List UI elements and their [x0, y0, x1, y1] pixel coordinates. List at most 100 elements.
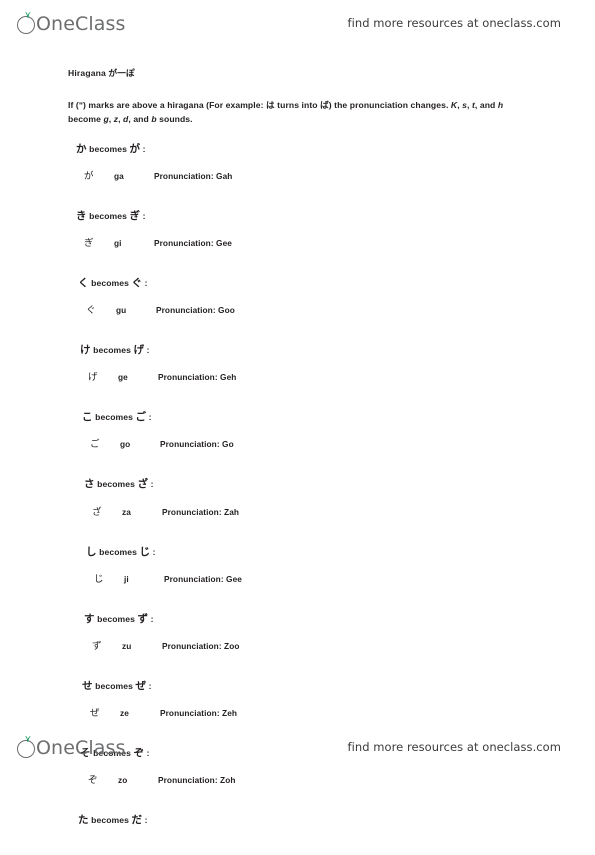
entry-romaji: za	[122, 506, 131, 517]
entry-detail-row: げ ge Pronunciation: Geh	[72, 369, 530, 383]
intro-part-11: sounds.	[156, 114, 193, 125]
entry-base-kana: せ	[82, 679, 93, 692]
entry-base-kana: け	[80, 344, 91, 357]
entry-romaji: go	[120, 439, 131, 450]
entry-base-kana: た	[78, 814, 89, 827]
hiragana-entry: し becomes じ : じ ji Pronunciation: Gee	[68, 546, 530, 585]
entry-colon: :	[142, 278, 148, 289]
hiragana-entry: せ becomes ぜ : ぜ ze Pronunciation: Zeh	[68, 680, 530, 719]
entry-pronunciation: Pronunciation: Zoh	[158, 775, 236, 786]
entry-kana: げ	[88, 372, 98, 384]
footer-logo[interactable]: OneClass	[16, 735, 125, 759]
hiragana-entry: き becomes ぎ : ぎ gi Pronunciation: Gee	[68, 210, 530, 249]
entry-base-kana: こ	[82, 411, 93, 424]
page-title-kana: が一ぽ	[108, 69, 135, 79]
entry-colon: :	[150, 546, 156, 557]
entry-kana: ぜ	[90, 707, 100, 719]
entry-detail-row: ず zu Pronunciation: Zoo	[76, 638, 530, 652]
entry-kana: ぐ	[86, 305, 96, 317]
entry-romaji: ji	[124, 573, 129, 584]
entry-result-kana: ぜ	[135, 679, 147, 692]
header-logo[interactable]: OneClass	[16, 11, 125, 35]
intro-kana-ha: は	[266, 101, 275, 112]
entry-becomes-label: becomes	[92, 680, 136, 691]
entry-base-kana: し	[86, 545, 97, 558]
entry-colon: :	[144, 345, 150, 356]
entry-colon: :	[140, 210, 146, 221]
intro-kana-ba: ば	[320, 101, 329, 112]
footer-logo-text: OneClass	[36, 737, 126, 759]
entry-kana: じ	[94, 573, 104, 585]
oneclass-sprout-logo-icon	[16, 11, 38, 35]
entry-pronunciation: Pronunciation: Gee	[164, 573, 242, 584]
entry-romaji: ze	[120, 707, 129, 718]
entry-result-kana: だ	[131, 814, 143, 827]
entry-spacer	[68, 792, 530, 814]
entry-colon: :	[140, 143, 146, 154]
hiragana-entry: た becomes だ :	[68, 814, 530, 827]
entry-becomes-label: becomes	[86, 143, 130, 154]
entry-romaji: ga	[114, 170, 124, 181]
entry-kana: ご	[90, 439, 100, 451]
entry-colon: :	[148, 613, 154, 624]
entry-detail-row: じ ji Pronunciation: Gee	[78, 571, 530, 585]
entry-heading: こ becomes ご :	[82, 411, 530, 424]
entry-result-kana: が	[129, 142, 141, 155]
entry-heading: き becomes ぎ :	[76, 210, 530, 223]
entry-colon: :	[146, 680, 152, 691]
entry-colon: :	[142, 815, 148, 826]
entry-romaji: gi	[114, 238, 122, 249]
entry-detail-row: ぞ zo Pronunciation: Zoh	[72, 772, 530, 786]
oneclass-sprout-logo-icon	[16, 735, 38, 759]
entry-becomes-label: becomes	[96, 546, 140, 557]
header-logo-text: OneClass	[36, 13, 126, 35]
entry-result-kana: ず	[137, 612, 149, 625]
entry-spacer	[68, 833, 530, 855]
entry-base-kana: く	[78, 277, 89, 290]
entry-base-kana: か	[76, 142, 87, 155]
page-title-label: Hiragana	[68, 68, 109, 78]
entry-pronunciation: Pronunciation: Geh	[158, 372, 237, 383]
entry-base-kana: さ	[84, 478, 95, 491]
intro-part-3: ) the pronunciation changes.	[328, 100, 451, 111]
entry-result-kana: ぎ	[129, 209, 141, 222]
hiragana-entry: す becomes ず : ず zu Pronunciation: Zoo	[68, 613, 530, 652]
page-footer: OneClass find more resources at oneclass…	[0, 724, 595, 770]
entry-result-kana: げ	[133, 344, 145, 357]
entry-spacer	[68, 658, 530, 680]
entry-romaji: gu	[116, 305, 127, 316]
entry-detail-row: ご go Pronunciation: Go	[74, 436, 530, 450]
entry-base-kana: す	[84, 612, 95, 625]
entry-pronunciation: Pronunciation: Zeh	[160, 707, 238, 718]
entry-romaji: zu	[122, 640, 132, 651]
entry-heading: さ becomes ざ :	[84, 478, 530, 491]
entry-spacer	[68, 524, 530, 546]
intro-part-1: If (ʺ) marks are above a hiragana (For e…	[68, 100, 267, 111]
header-note: find more resources at oneclass.com	[347, 16, 561, 30]
entry-becomes-label: becomes	[86, 210, 130, 221]
entry-spacer	[68, 255, 530, 277]
entry-pronunciation: Pronunciation: Goo	[156, 305, 235, 316]
entry-detail-row: ぜ ze Pronunciation: Zeh	[74, 705, 530, 719]
entry-result-kana: じ	[139, 545, 151, 558]
entry-pronunciation: Pronunciation: Zoo	[162, 640, 240, 651]
entry-pronunciation: Pronunciation: Go	[160, 439, 234, 450]
entry-base-kana: き	[76, 209, 87, 222]
entry-result-kana: ご	[135, 411, 147, 424]
hiragana-entry: く becomes ぐ : ぐ gu Pronunciation: Goo	[68, 277, 530, 316]
intro-part-10: , and	[128, 114, 152, 125]
entry-colon: :	[146, 412, 152, 423]
entry-kana: ぞ	[88, 775, 98, 787]
entry-kana: ざ	[92, 506, 102, 518]
entry-detail-row: が ga Pronunciation: Gah	[68, 168, 530, 182]
entry-pronunciation: Pronunciation: Zah	[162, 506, 240, 517]
entry-becomes-label: becomes	[90, 345, 134, 356]
entry-becomes-label: becomes	[92, 412, 136, 423]
entry-romaji: ge	[118, 372, 128, 383]
entry-detail-row: ぎ gi Pronunciation: Gee	[68, 235, 530, 249]
footer-note: find more resources at oneclass.com	[347, 740, 561, 754]
entry-pronunciation: Pronunciation: Gah	[154, 170, 233, 181]
entry-heading: せ becomes ぜ :	[82, 680, 530, 693]
entry-kana: ぎ	[84, 238, 94, 250]
document-page: OneClass find more resources at oneclass…	[0, 0, 595, 826]
